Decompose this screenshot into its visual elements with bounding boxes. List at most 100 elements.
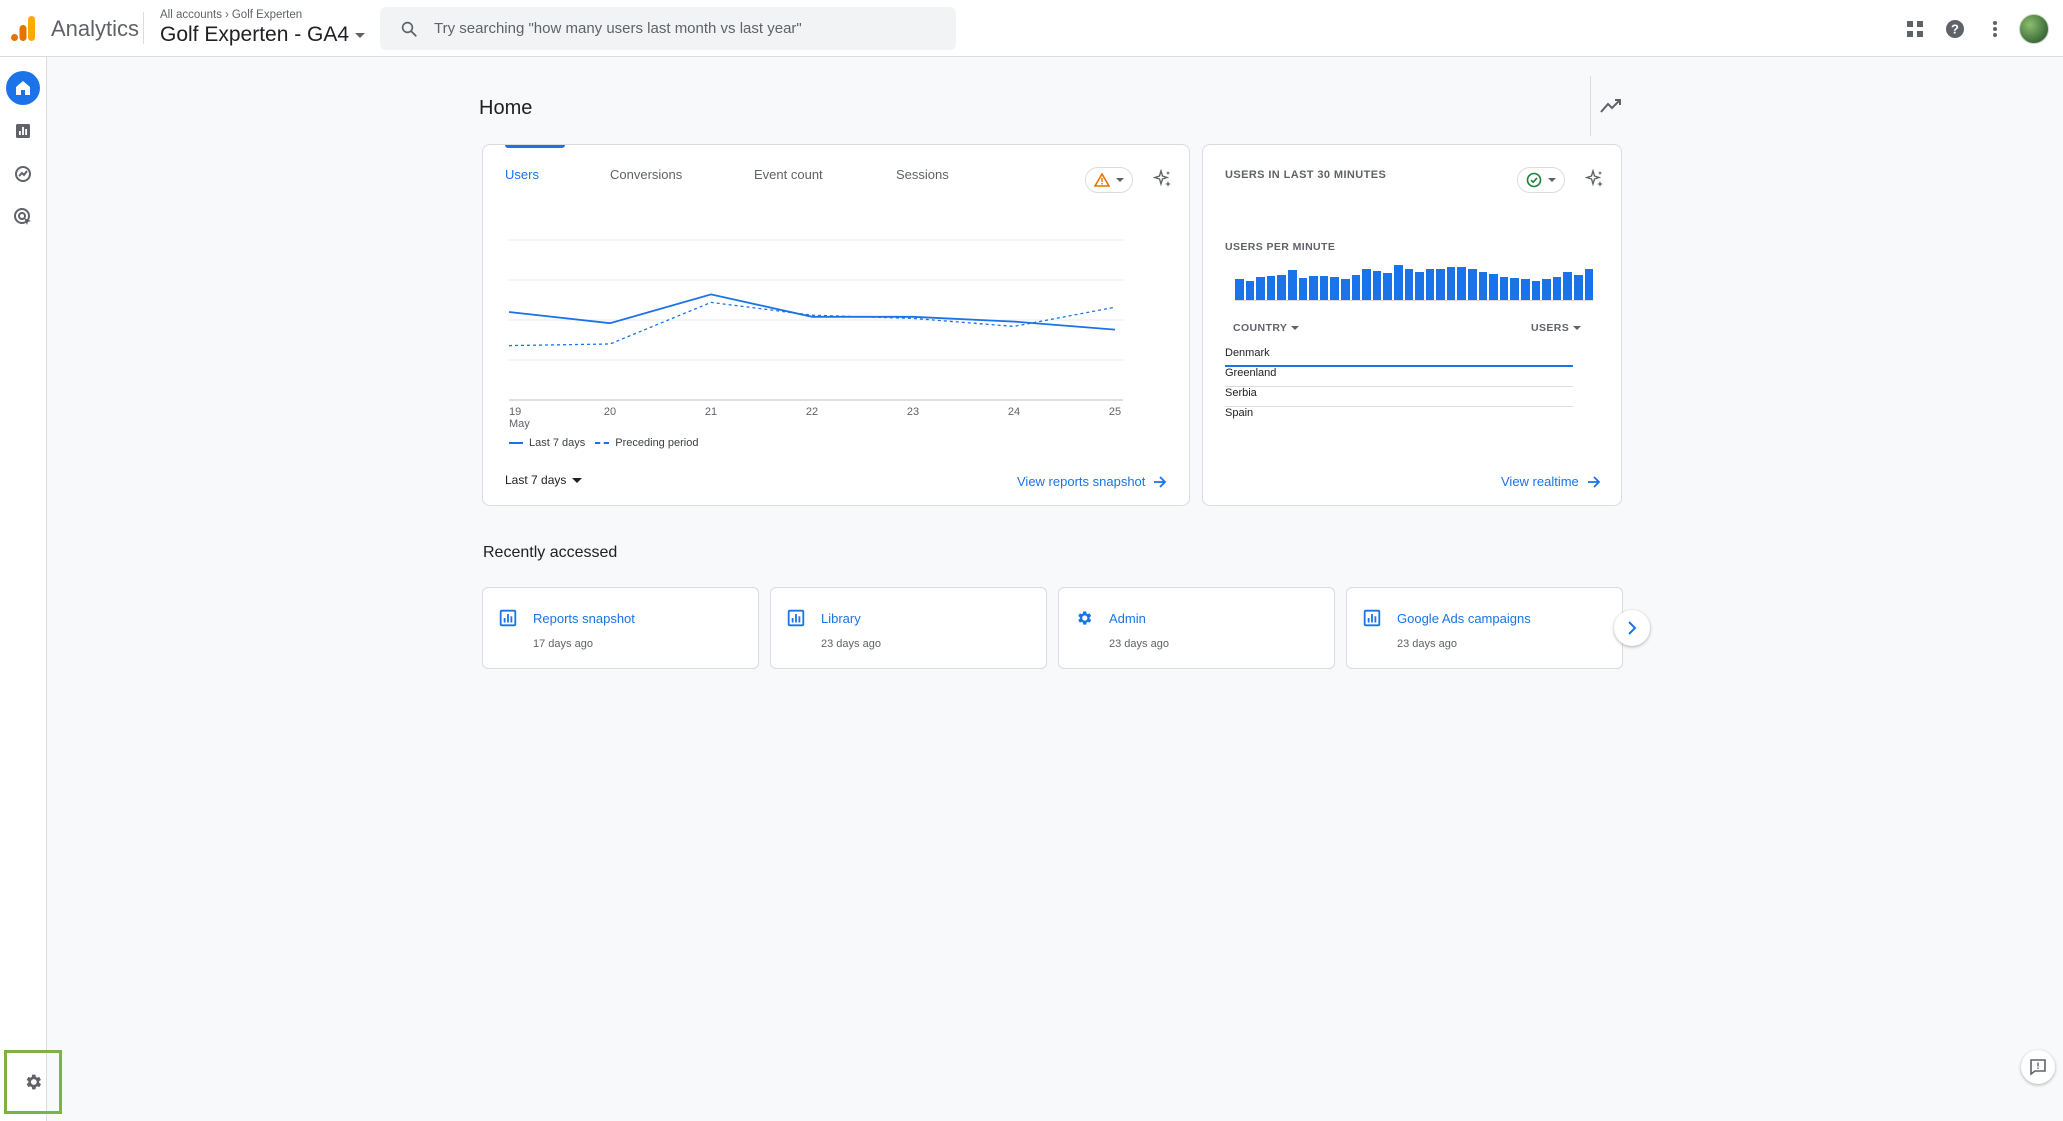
divider: [143, 12, 144, 44]
breadcrumb[interactable]: All accounts › Golf Experten: [160, 9, 302, 21]
insights-button[interactable]: [1590, 76, 1630, 136]
view-reports-snapshot-link[interactable]: View reports snapshot: [1017, 474, 1167, 489]
breadcrumb-account[interactable]: Golf Experten: [232, 9, 302, 21]
minute-bar: [1542, 279, 1551, 300]
legend-current: Last 7 days: [529, 437, 586, 449]
minute-bar: [1340, 279, 1350, 300]
recent-item-name: Library: [821, 611, 861, 626]
nav-explore[interactable]: [6, 157, 40, 191]
country-name: Spain: [1225, 407, 1254, 419]
view-realtime-link[interactable]: View realtime: [1501, 474, 1601, 489]
breadcrumb-all-accounts[interactable]: All accounts: [160, 9, 222, 21]
recently-accessed-title: Recently accessed: [483, 544, 618, 561]
recent-item[interactable]: Reports snapshot 17 days ago: [482, 587, 759, 669]
trending-icon: [1599, 99, 1621, 113]
date-range-selector[interactable]: Last 7 days: [505, 473, 583, 487]
app-name: Analytics: [51, 16, 140, 41]
minute-bar: [1468, 268, 1477, 300]
minute-bar: [1383, 272, 1392, 300]
admin-settings-button[interactable]: [4, 1050, 62, 1114]
minute-bar: [1531, 280, 1541, 300]
caret-down-icon: [1548, 178, 1556, 182]
minute-bar: [1457, 266, 1467, 300]
minute-bar: [1277, 274, 1286, 300]
minute-bar: [1489, 273, 1498, 300]
country-name: Greenland: [1225, 367, 1277, 379]
sparkle-icon[interactable]: [1583, 167, 1607, 191]
gear-icon: [26, 1074, 41, 1090]
users-column-header[interactable]: USERS: [1531, 322, 1582, 334]
check-circle-icon: [1526, 172, 1542, 188]
minute-bar: [1404, 268, 1414, 300]
overview-card: Users Conversions Event count Sessions 1…: [482, 144, 1190, 506]
nav-advertising[interactable]: [6, 200, 40, 234]
feedback-icon: [2030, 1059, 2046, 1076]
legend-previous: Preceding period: [615, 437, 699, 449]
help-icon[interactable]: ?: [1935, 9, 1975, 49]
recent-item-time: 23 days ago: [1397, 638, 1457, 650]
minute-bar: [1415, 272, 1424, 300]
realtime-status-dropdown[interactable]: [1517, 167, 1565, 193]
nav-home[interactable]: [6, 71, 40, 105]
x-tick-label: 21: [705, 406, 717, 418]
recent-item-name: Reports snapshot: [533, 611, 635, 626]
recent-item-time: 23 days ago: [821, 638, 881, 650]
recent-item[interactable]: Library 23 days ago: [770, 587, 1047, 669]
feedback-button[interactable]: [2021, 1050, 2055, 1084]
recent-item-name: Google Ads campaigns: [1397, 611, 1531, 626]
property-selector[interactable]: Golf Experten - GA4: [160, 23, 366, 47]
minute-bar: [1256, 277, 1265, 300]
x-tick-sublabel: May: [509, 418, 530, 430]
country-row: Greenland: [1225, 367, 1573, 387]
minute-bar: [1319, 275, 1329, 300]
minute-bar: [1574, 274, 1583, 300]
country-row: Spain: [1225, 407, 1573, 427]
minute-bar: [1362, 269, 1371, 300]
users-per-minute-bars: [1235, 265, 1594, 301]
realtime-subtitle: USERS PER MINUTE: [1225, 241, 1336, 253]
minute-bar: [1393, 265, 1403, 300]
minute-bar: [1499, 277, 1509, 300]
realtime-card: USERS IN LAST 30 MINUTES USERS PER MINUT…: [1202, 144, 1622, 506]
nav-reports[interactable]: [6, 114, 40, 148]
svg-text:?: ?: [1951, 21, 1959, 36]
arrow-right-icon: [1154, 475, 1167, 488]
x-tick-label: 19: [509, 406, 521, 418]
recent-item[interactable]: Google Ads campaigns 23 days ago: [1346, 587, 1623, 669]
explore-icon: [15, 166, 31, 182]
search-bar[interactable]: [380, 7, 956, 50]
country-row: Serbia: [1225, 387, 1573, 407]
top-bar-actions: ?: [1895, 0, 2063, 57]
users-line-chart: 19 20 21 22 23 24 25 May: [508, 239, 1123, 430]
account-avatar[interactable]: [2019, 13, 2049, 44]
analytics-logo[interactable]: [10, 14, 36, 42]
caret-down-icon: [1573, 326, 1582, 330]
chart-legend: Last 7 days Preceding period: [509, 437, 698, 449]
country-name: Serbia: [1225, 387, 1257, 399]
more-vert-icon[interactable]: [1975, 9, 2015, 49]
minute-bar: [1584, 268, 1594, 300]
x-tick-label: 23: [907, 406, 919, 418]
search-icon: [401, 21, 417, 37]
chevron-right-icon: ›: [225, 9, 229, 21]
x-tick-label: 24: [1008, 406, 1020, 418]
minute-bar: [1330, 277, 1339, 300]
country-row: Denmark: [1225, 347, 1573, 367]
apps-icon[interactable]: [1895, 9, 1935, 49]
legend-solid-swatch: [509, 442, 523, 444]
carousel-next-button[interactable]: [1614, 610, 1650, 646]
realtime-title: USERS IN LAST 30 MINUTES: [1225, 169, 1387, 181]
recent-item[interactable]: Admin 23 days ago: [1058, 587, 1335, 669]
series-line-previous: [508, 301, 1116, 347]
arrow-right-icon: [1587, 475, 1601, 488]
advertising-icon: [14, 208, 31, 225]
country-column-header[interactable]: COUNTRY: [1233, 322, 1300, 334]
minute-bar: [1510, 278, 1520, 300]
reports-icon: [787, 609, 805, 627]
caret-down-icon: [572, 477, 583, 483]
search-input[interactable]: [434, 20, 934, 37]
chevron-right-icon: [1628, 621, 1637, 635]
minute-bar: [1245, 280, 1255, 300]
x-tick-label: 25: [1109, 406, 1121, 418]
top-bar: Analytics All accounts › Golf Experten G…: [0, 0, 2063, 57]
